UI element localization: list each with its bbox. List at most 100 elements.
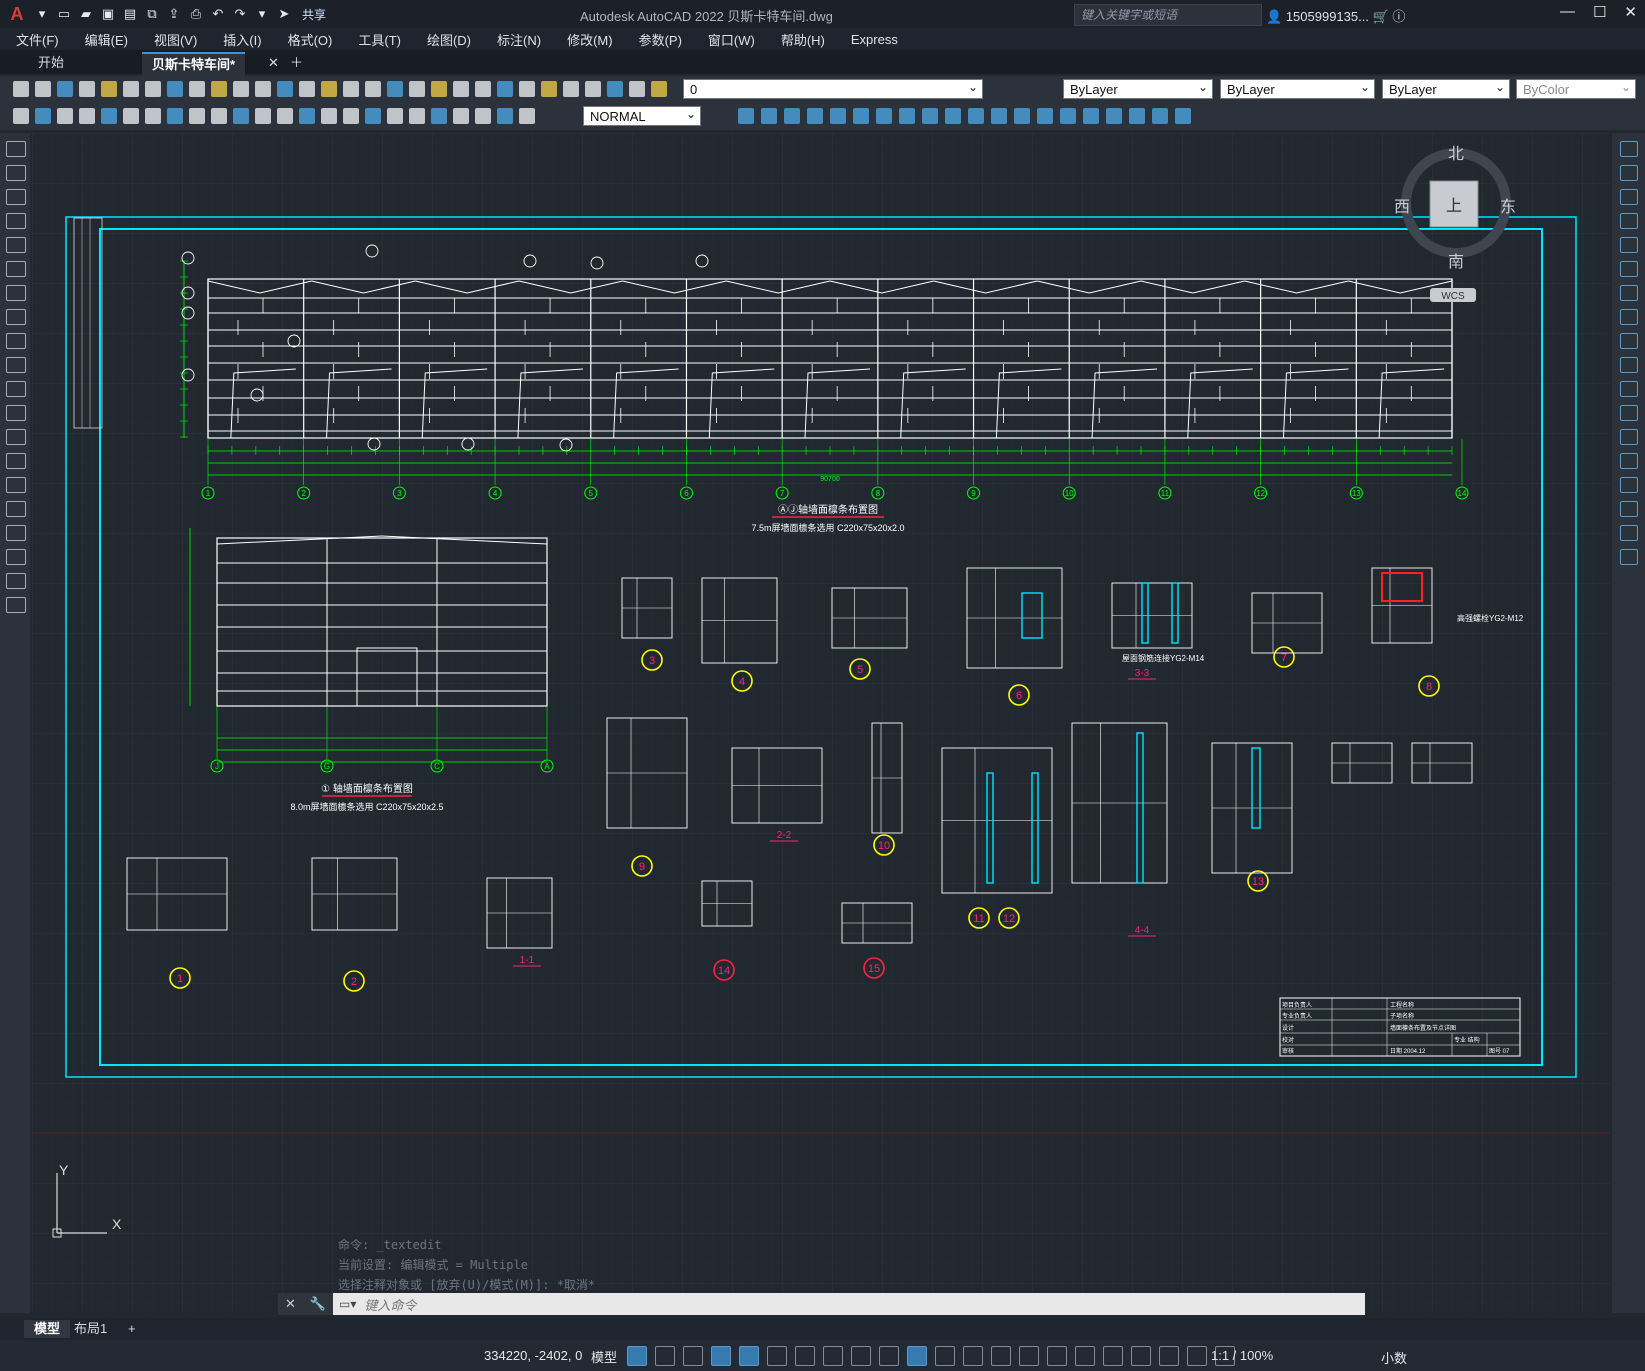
toolbar-icon[interactable] [123, 81, 139, 97]
command-prompt-icon[interactable]: ▭▾ [339, 1297, 356, 1311]
toolbar-icon[interactable] [1037, 108, 1053, 124]
menu-item-12[interactable]: Express [851, 32, 898, 47]
status-toggle-icon[interactable] [683, 1346, 704, 1366]
undo-icon[interactable]: ↶ [208, 4, 228, 24]
toolbar-icon[interactable] [57, 108, 73, 124]
modify-tool-icon[interactable] [1620, 549, 1638, 565]
toolbar-icon[interactable] [211, 108, 227, 124]
lineweight-select[interactable]: ByLayer [1382, 77, 1510, 99]
annotation-scale[interactable]: 1:1 / 100% [1211, 1348, 1273, 1363]
toolbar-icon[interactable] [585, 81, 601, 97]
modify-tool-icon[interactable] [1620, 141, 1638, 157]
toolbar-icon[interactable] [255, 108, 271, 124]
tab-drawing[interactable]: 贝斯卡特车间* [142, 52, 246, 76]
search-input[interactable]: 键入关键字或短语 [1074, 4, 1262, 26]
toolbar-icon[interactable] [945, 108, 961, 124]
draw-tool-icon[interactable] [6, 597, 26, 613]
toolbar-icon[interactable] [365, 81, 381, 97]
viewcube-west[interactable]: 西 [1394, 199, 1410, 216]
open-web-icon[interactable]: ⧉ [142, 4, 162, 24]
toolbar-icon[interactable] [13, 108, 29, 124]
draw-tool-icon[interactable] [6, 285, 26, 301]
viewcube-top-label[interactable]: 上 [1446, 197, 1462, 215]
toolbar-icon[interactable] [189, 81, 205, 97]
toolbar-icon[interactable] [409, 108, 425, 124]
toolbar-icon[interactable] [123, 108, 139, 124]
status-toggle-icon[interactable] [1131, 1346, 1152, 1366]
toolbar-icon[interactable] [321, 108, 337, 124]
draw-tool-icon[interactable] [6, 525, 26, 541]
toolbar-icon[interactable] [35, 81, 51, 97]
toolbar-icon[interactable] [541, 81, 557, 97]
toolbar-icon[interactable] [1106, 108, 1122, 124]
viewcube-south[interactable]: 南 [1448, 253, 1464, 271]
toolbar-icon[interactable] [145, 108, 161, 124]
menu-item-8[interactable]: 修改(M) [567, 30, 613, 49]
toolbar-icon[interactable] [321, 81, 337, 97]
draw-tool-icon[interactable] [6, 549, 26, 565]
toolbar-icon[interactable] [922, 108, 938, 124]
toolbar-icon[interactable] [255, 81, 271, 97]
text-style-select[interactable]: NORMAL [583, 104, 701, 126]
save-web-icon[interactable]: ⇪ [164, 4, 184, 24]
modify-tool-icon[interactable] [1620, 429, 1638, 445]
toolbar-icon[interactable] [101, 81, 117, 97]
toolbar-icon[interactable] [431, 108, 447, 124]
toolbar-icon[interactable] [167, 108, 183, 124]
status-toggle-icon[interactable] [1075, 1346, 1096, 1366]
close-icon[interactable]: ✕ [285, 1296, 296, 1312]
toolbar-icon[interactable] [876, 108, 892, 124]
modify-tool-icon[interactable] [1620, 357, 1638, 373]
toolbar-icon[interactable] [497, 108, 513, 124]
modify-tool-icon[interactable] [1620, 405, 1638, 421]
status-toggle-icon[interactable] [823, 1346, 844, 1366]
toolbar-icon[interactable] [57, 81, 73, 97]
toolbar-icon[interactable] [899, 108, 915, 124]
draw-tool-icon[interactable] [6, 453, 26, 469]
toolbar-icon[interactable] [1014, 108, 1030, 124]
user-account[interactable]: 👤 1505999135... 🛒 ⓘ [1266, 6, 1405, 25]
menu-item-11[interactable]: 帮助(H) [781, 30, 825, 49]
status-toggle-icon[interactable] [1103, 1346, 1124, 1366]
toolbar-icon[interactable] [387, 81, 403, 97]
toolbar-icon[interactable] [1175, 108, 1191, 124]
toolbar-icon[interactable] [830, 108, 846, 124]
coordinates-readout[interactable]: 334220, -2402, 0 [484, 1348, 582, 1363]
status-toggle-icon[interactable] [1047, 1346, 1068, 1366]
toolbar-icon[interactable] [145, 81, 161, 97]
modify-tool-icon[interactable] [1620, 189, 1638, 205]
toolbar-icon[interactable] [497, 81, 513, 97]
menu-item-6[interactable]: 绘图(D) [427, 30, 471, 49]
status-toggle-icon[interactable] [851, 1346, 872, 1366]
toolbar-icon[interactable] [807, 108, 823, 124]
customize-qat-icon[interactable]: ▾ [252, 4, 272, 24]
menu-item-10[interactable]: 窗口(W) [708, 30, 755, 49]
toolbar-icon[interactable] [13, 81, 29, 97]
plot-icon[interactable]: ⎙ [186, 4, 206, 24]
menu-item-7[interactable]: 标注(N) [497, 30, 541, 49]
toolbar-icon[interactable] [277, 81, 293, 97]
new-file-icon[interactable]: ▭ [54, 4, 74, 24]
toolbar-icon[interactable] [277, 108, 293, 124]
dropdown-icon[interactable]: ▾ [32, 4, 52, 24]
draw-tool-icon[interactable] [6, 237, 26, 253]
draw-tool-icon[interactable] [6, 213, 26, 229]
tab-layout1[interactable]: 布局1 [64, 1320, 117, 1338]
toolbar-icon[interactable] [651, 81, 667, 97]
status-toggle-icon[interactable] [1187, 1346, 1208, 1366]
modify-tool-icon[interactable] [1620, 525, 1638, 541]
status-toggle-icon[interactable] [879, 1346, 900, 1366]
toolbar-icon[interactable] [968, 108, 984, 124]
toolbar-icon[interactable] [409, 81, 425, 97]
drawing-canvas[interactable]: 1 2 3 4 5 6 7 8 9 10 11 12 13 14 90700 JGCA ⒶⒿ轴墙面檩条布置图… [32, 133, 1610, 1313]
status-toggle-icon[interactable] [935, 1346, 956, 1366]
draw-tool-icon[interactable] [6, 189, 26, 205]
draw-tool-icon[interactable] [6, 501, 26, 517]
save-as-icon[interactable]: ▤ [120, 4, 140, 24]
plotstyle-select[interactable]: ByColor [1516, 77, 1636, 99]
modify-tool-icon[interactable] [1620, 261, 1638, 277]
status-toggle-icon[interactable] [795, 1346, 816, 1366]
share-icon[interactable]: ➤ [274, 4, 294, 24]
status-toggle-icon[interactable] [711, 1346, 732, 1366]
status-toggle-icon[interactable] [655, 1346, 676, 1366]
